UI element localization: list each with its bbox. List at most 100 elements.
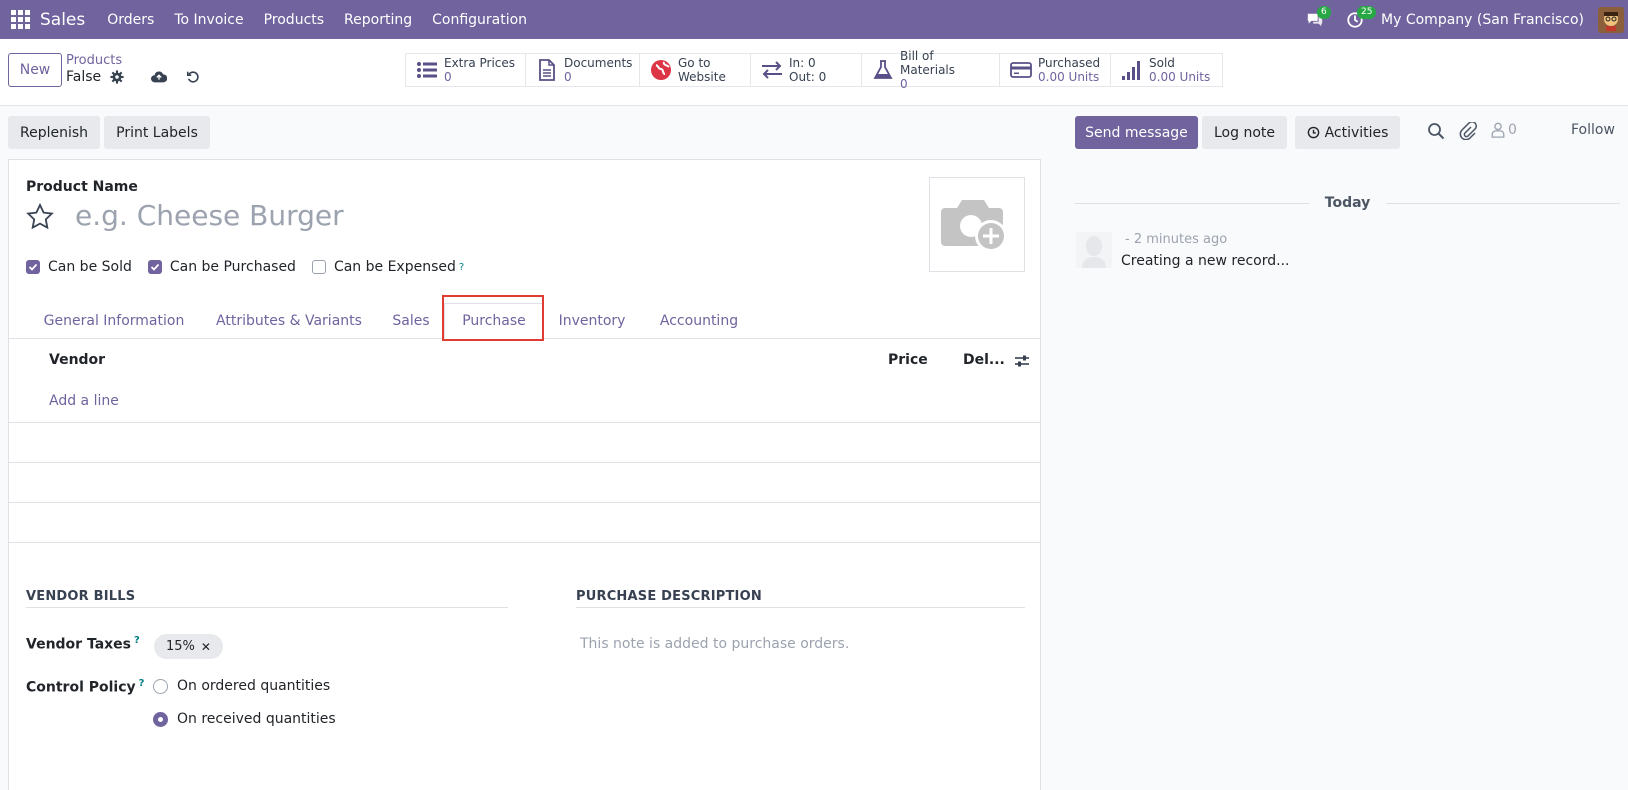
bom-value: 0 <box>900 77 908 91</box>
purchased-button[interactable]: Purchased 0.00 Units <box>1000 54 1111 86</box>
menu-configuration[interactable]: Configuration <box>422 12 537 28</box>
search-icon <box>1428 123 1445 140</box>
can-be-sold-checkbox[interactable]: Can be Sold <box>26 259 132 275</box>
go-to-label: Go to <box>678 56 711 70</box>
checkmark-icon <box>26 260 40 274</box>
product-flags: Can be Sold Can be Purchased Can be Expe… <box>26 259 480 275</box>
document-icon <box>539 59 555 81</box>
add-a-line-link[interactable]: Add a line <box>49 393 119 409</box>
gear-icon[interactable] <box>109 69 125 85</box>
menu-products[interactable]: Products <box>254 12 334 28</box>
user-icon <box>1491 122 1505 138</box>
list-icon <box>417 62 437 78</box>
paperclip-icon <box>1459 122 1477 140</box>
section-divider <box>26 607 508 608</box>
checkmark-icon <box>147 260 162 274</box>
date-separator-label: Today <box>1324 195 1371 211</box>
menu-reporting[interactable]: Reporting <box>334 12 422 28</box>
bom-label: Bill of Materials <box>900 49 956 77</box>
activities-badge: 25 <box>1357 6 1377 19</box>
product-name-label: Product Name <box>26 179 138 195</box>
cloud-save-icon[interactable] <box>151 69 168 85</box>
messages-badge: 6 <box>1317 6 1331 19</box>
tab-general-information[interactable]: General Information <box>34 303 194 339</box>
new-button[interactable]: New <box>8 53 62 87</box>
sold-button[interactable]: Sold 0.00 Units <box>1111 54 1222 86</box>
radio-received-quantities[interactable]: On received quantities <box>153 711 336 727</box>
radio-ordered-quantities[interactable]: On ordered quantities <box>153 678 330 694</box>
column-delivery[interactable]: Del... <box>963 352 1005 368</box>
default-avatar-icon <box>1082 236 1106 268</box>
star-icon[interactable] <box>26 203 54 231</box>
extra-prices-value: 0 <box>444 70 452 84</box>
tab-sales[interactable]: Sales <box>386 303 436 339</box>
globe-icon <box>651 60 671 80</box>
tab-purchase[interactable]: Purchase <box>444 303 544 339</box>
optional-columns-icon[interactable] <box>1014 353 1030 369</box>
user-face-icon <box>1604 11 1618 31</box>
vendor-taxes-text: Vendor Taxes <box>26 636 131 653</box>
empty-checkbox-icon <box>311 260 326 274</box>
radio-selected-icon <box>153 711 168 727</box>
remove-tag-icon[interactable]: ✕ <box>201 640 211 654</box>
tab-attributes-variants[interactable]: Attributes & Variants <box>206 303 372 339</box>
product-image-upload[interactable] <box>929 177 1025 272</box>
purchase-description-input[interactable]: This note is added to purchase orders. <box>580 636 849 652</box>
go-to-website-button[interactable]: Go to Website <box>640 54 751 86</box>
notebook-tabs: General Information Attributes & Variant… <box>8 303 1041 339</box>
tab-inventory[interactable]: Inventory <box>552 303 632 339</box>
in-out-button[interactable]: In: 0 Out: 0 <box>751 54 862 86</box>
discard-changes-icon[interactable] <box>185 69 201 85</box>
extra-prices-button[interactable]: Extra Prices 0 <box>406 54 526 86</box>
section-divider <box>576 607 1025 608</box>
row-divider <box>9 502 1040 503</box>
received-quantities-label: On received quantities <box>177 711 336 727</box>
out-count: Out: 0 <box>789 70 827 84</box>
menu-orders[interactable]: Orders <box>97 12 164 28</box>
log-note-button[interactable]: Log note <box>1202 116 1287 149</box>
breadcrumb-products-link[interactable]: Products <box>66 53 201 68</box>
date-separator: Today <box>1075 193 1621 213</box>
help-tooltip-icon[interactable]: ? <box>459 262 464 273</box>
record-title: False <box>66 69 102 85</box>
flask-icon <box>873 60 893 79</box>
apps-menu-icon[interactable] <box>0 0 40 39</box>
attachments-button[interactable] <box>1459 122 1477 140</box>
can-be-purchased-checkbox[interactable]: Can be Purchased <box>147 259 296 275</box>
tab-accounting[interactable]: Accounting <box>654 303 744 339</box>
app-name[interactable]: Sales <box>40 10 85 30</box>
documents-button[interactable]: Documents 0 <box>526 54 640 86</box>
print-labels-button[interactable]: Print Labels <box>104 116 210 149</box>
activities-chatter-button[interactable]: Activities <box>1295 116 1400 149</box>
bill-of-materials-button[interactable]: Bill of Materials 0 <box>862 49 1000 91</box>
can-be-expensed-checkbox[interactable]: Can be Expensed ? <box>311 259 464 275</box>
author-avatar[interactable] <box>1076 232 1112 268</box>
search-messages-button[interactable] <box>1427 122 1445 140</box>
tax-tag-label: 15% <box>166 639 195 654</box>
product-name-input[interactable]: e.g. Cheese Burger <box>75 199 775 232</box>
column-price[interactable]: Price <box>888 352 928 368</box>
replenish-button[interactable]: Replenish <box>8 116 100 149</box>
vendor-taxes-label: Vendor Taxes? <box>26 635 140 653</box>
follow-button[interactable]: Follow <box>1571 122 1615 138</box>
company-switcher[interactable]: My Company (San Francisco) <box>1381 12 1584 28</box>
row-divider <box>9 542 1040 543</box>
help-tooltip-icon[interactable]: ? <box>139 678 145 689</box>
activities-button[interactable]: 25 <box>1335 0 1377 39</box>
messaging-button[interactable]: 6 <box>1295 0 1335 39</box>
extra-prices-label: Extra Prices <box>444 56 516 70</box>
user-avatar[interactable] <box>1598 6 1624 33</box>
can-be-sold-label: Can be Sold <box>48 259 132 275</box>
can-be-expensed-label: Can be Expensed <box>333 259 456 275</box>
send-message-button[interactable]: Send message <box>1075 116 1198 149</box>
breadcrumb: Products False <box>66 53 201 85</box>
column-vendor[interactable]: Vendor <box>49 352 105 368</box>
help-tooltip-icon[interactable]: ? <box>134 635 140 646</box>
menu-to-invoice[interactable]: To Invoice <box>164 12 253 28</box>
sold-value: 0.00 Units <box>1149 70 1211 84</box>
can-be-purchased-label: Can be Purchased <box>169 259 296 275</box>
row-divider <box>9 422 1040 423</box>
documents-value: 0 <box>564 70 572 84</box>
followers-button[interactable]: 0 <box>1490 122 1517 138</box>
control-panel: New Products False Extra Prices 0 Documen… <box>0 39 1628 106</box>
